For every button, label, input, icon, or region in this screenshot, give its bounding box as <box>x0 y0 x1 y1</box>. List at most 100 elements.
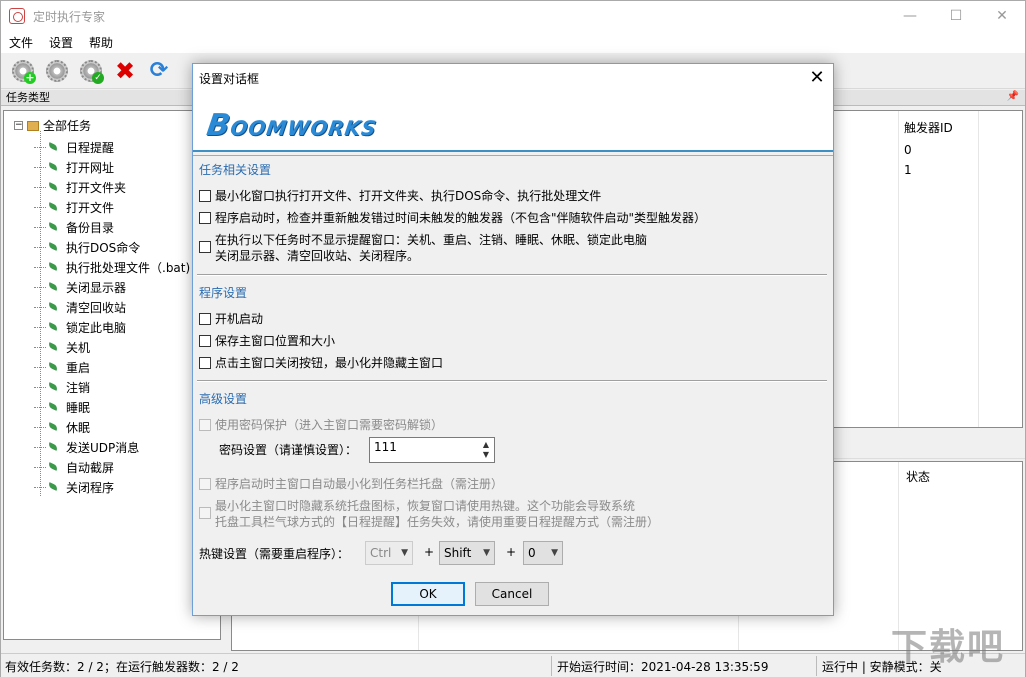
tree-item[interactable]: 清空回收站 <box>34 297 190 317</box>
tree-item[interactable]: 睡眠 <box>34 397 190 417</box>
tree-item[interactable]: 备份目录 <box>34 217 190 237</box>
minimize-exec-option[interactable]: 最小化窗口执行打开文件、打开文件夹、执行DOS命令、执行批处理文件 <box>199 188 601 204</box>
tree-root-label: 全部任务 <box>43 119 92 133</box>
pin-icon[interactable]: 📌 <box>1007 91 1019 102</box>
trigger-id-cell[interactable]: 0 <box>904 143 912 157</box>
tree-item-label: 重启 <box>66 360 91 375</box>
menu-settings[interactable]: 设置 <box>41 34 81 51</box>
ok-button[interactable]: OK <box>391 582 465 606</box>
no-reminder-line2: 关闭显示器、清空回收站、关闭程序。 <box>215 249 420 263</box>
add-task-button[interactable] <box>9 57 37 85</box>
tree-item[interactable]: 打开文件 <box>34 197 190 217</box>
task-tree[interactable]: − 全部任务 日程提醒打开网址打开文件夹 打开文件 备份目录 执行DOS命令 执行批处理… <box>3 110 221 640</box>
tree-item-label: 关闭显示器 <box>66 280 127 295</box>
leaf-icon <box>48 482 62 492</box>
hotkey-label: 热键设置（需要重启程序）： <box>199 547 350 561</box>
minimize-exec-label: 最小化窗口执行打开文件、打开文件夹、执行DOS命令、执行批处理文件 <box>215 189 602 203</box>
enable-task-button[interactable] <box>77 57 105 85</box>
trigger-id-column-header[interactable]: 触发器ID <box>904 119 953 136</box>
close-button[interactable]: ✕ <box>979 1 1025 31</box>
collapse-icon[interactable]: − <box>14 121 23 130</box>
tree-item[interactable]: 发送UDP消息 <box>34 437 190 457</box>
hotkey-modifier1-select[interactable]: Ctrl ▼ <box>365 541 413 565</box>
dialog-banner: BOOMWORKS <box>193 92 833 152</box>
hotkey-key-select[interactable]: 0 ▼ <box>523 541 563 565</box>
tree-item[interactable]: 休眠 <box>34 417 190 437</box>
dialog-title: 设置对话框 <box>199 71 260 86</box>
trigger-column-divider-2 <box>978 111 1024 427</box>
tree-item[interactable]: 打开文件夹 <box>34 177 190 197</box>
chevron-down-icon: ▼ <box>551 548 558 558</box>
save-window-label: 保存主窗口位置和大小 <box>215 334 336 348</box>
no-reminder-label: 在执行以下任务时不显示提醒窗口：关机、重启、注销、睡眠、休眠、锁定此电脑 关闭显… <box>215 232 647 264</box>
gear-check-icon <box>80 59 104 84</box>
hide-tray-checkbox[interactable] <box>199 507 211 519</box>
tree-item[interactable]: 关机 <box>34 337 190 357</box>
advanced-settings-title: 高级设置 <box>199 392 248 406</box>
cancel-button[interactable]: Cancel <box>475 582 549 606</box>
tree-item-label: 自动截屏 <box>66 460 115 475</box>
no-reminder-checkbox[interactable] <box>199 241 211 253</box>
missed-trigger-checkbox[interactable] <box>199 212 211 224</box>
auto-tray-label: 程序启动时主窗口自动最小化到任务栏托盘（需注册） <box>215 477 504 491</box>
leaf-icon <box>48 442 62 452</box>
tree-item[interactable]: 自动截屏 <box>34 457 190 477</box>
auto-tray-option[interactable]: 程序启动时主窗口自动最小化到任务栏托盘（需注册） <box>199 476 503 492</box>
hotkey-modifier2-select[interactable]: Shift ▼ <box>439 541 495 565</box>
trigger-id-cell[interactable]: 1 <box>904 163 912 177</box>
status-column-header[interactable]: 状态 <box>906 468 930 485</box>
tree-item[interactable]: 锁定此电脑 <box>34 317 190 337</box>
tree-item[interactable]: 关闭显示器 <box>34 277 190 297</box>
boomworks-logo: BOOMWORKS <box>205 108 380 143</box>
tree-item-label: 打开网址 <box>66 160 115 175</box>
password-protect-option[interactable]: 使用密码保护（进入主窗口需要密码解锁） <box>199 417 443 433</box>
menu-file[interactable]: 文件 <box>1 34 41 51</box>
close-minimize-option[interactable]: 点击主窗口关闭按钮，最小化并隐藏主窗口 <box>199 355 443 371</box>
minimize-exec-checkbox[interactable] <box>199 190 211 202</box>
tree-connector <box>34 486 46 488</box>
password-input[interactable]: 111 ▲ ▼ <box>369 437 495 463</box>
save-window-checkbox[interactable] <box>199 335 211 347</box>
leaf-icon <box>48 282 62 292</box>
maximize-button[interactable]: ☐ <box>933 1 979 31</box>
hide-tray-line2: 托盘工具栏气球方式的【日程提醒】任务失效，请使用重要日程提醒方式（需注册） <box>215 515 660 529</box>
auto-tray-checkbox[interactable] <box>199 478 211 490</box>
leaf-icon <box>48 402 62 412</box>
gear-add-icon <box>12 59 36 84</box>
tree-item[interactable]: 打开网址 <box>34 157 190 177</box>
window-controls: — ☐ ✕ <box>887 1 1025 31</box>
tree-item[interactable]: 重启 <box>34 357 190 377</box>
tree-item[interactable]: 日程提醒 <box>34 137 190 157</box>
tree-item[interactable]: 注销 <box>34 377 190 397</box>
tree-item[interactable]: 执行批处理文件（.bat) <box>34 257 190 277</box>
refresh-button[interactable]: ⟳ <box>145 57 173 85</box>
save-window-option[interactable]: 保存主窗口位置和大小 <box>199 333 335 349</box>
close-minimize-checkbox[interactable] <box>199 357 211 369</box>
autostart-checkbox[interactable] <box>199 313 211 325</box>
leaf-icon <box>48 162 62 172</box>
tree-root[interactable]: − 全部任务 <box>14 117 91 134</box>
delete-task-button[interactable]: ✖ <box>111 57 139 85</box>
password-protect-checkbox[interactable] <box>199 419 211 431</box>
minimize-button[interactable]: — <box>887 1 933 31</box>
tree-item-label: 清空回收站 <box>66 300 127 315</box>
dialog-close-button[interactable]: ✕ <box>807 68 827 88</box>
chevron-down-icon: ▼ <box>401 548 408 558</box>
spinner-arrows-icon[interactable]: ▲ ▼ <box>480 440 492 460</box>
plus-sign: + <box>424 545 435 559</box>
dialog-title-bar: 设置对话框 <box>193 64 833 92</box>
hide-tray-option[interactable]: 最小化主窗口时隐藏系统托盘图标，恢复窗口请使用热键。这个功能会导致系统 托盘工具… <box>199 498 659 530</box>
tree-item[interactable]: 执行DOS命令 <box>34 237 190 257</box>
leaf-icon <box>48 242 62 252</box>
no-reminder-option[interactable]: 在执行以下任务时不显示提醒窗口：关机、重启、注销、睡眠、休眠、锁定此电脑 关闭显… <box>199 232 647 264</box>
missed-trigger-option[interactable]: 程序启动时，检查并重新触发错过时间未触发的触发器（不包含"伴随软件启动"类型触发… <box>199 210 706 226</box>
menu-help[interactable]: 帮助 <box>81 34 121 51</box>
status-separator <box>551 656 552 676</box>
leaf-icon <box>48 142 62 152</box>
modifier2-value: Shift <box>444 546 472 560</box>
section-divider <box>197 274 827 276</box>
autostart-option[interactable]: 开机启动 <box>199 311 263 327</box>
tree-item[interactable]: 关闭程序 <box>34 477 190 497</box>
edit-task-button[interactable] <box>43 57 71 85</box>
task-settings-title: 任务相关设置 <box>199 163 272 177</box>
